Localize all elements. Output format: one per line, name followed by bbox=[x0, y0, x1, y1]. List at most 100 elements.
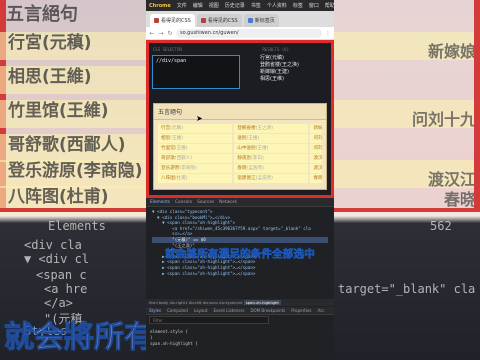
back-arrow-icon[interactable]: ← bbox=[149, 30, 155, 37]
poem-link[interactable]: 问刘 bbox=[310, 133, 322, 143]
breadcrumb-item[interactable]: span.xh-highlight bbox=[243, 300, 281, 305]
poem-author: (孟浩然) bbox=[246, 165, 264, 171]
styles-subtab[interactable]: Styles bbox=[149, 308, 161, 313]
menu-item[interactable]: 书签 bbox=[251, 2, 261, 9]
poem-link[interactable]: 渡汉 bbox=[310, 153, 322, 163]
tab-label: 新标签页 bbox=[254, 18, 275, 24]
left-code-2: ▼ <div cl bbox=[24, 252, 90, 266]
poem-title: 问刘 bbox=[313, 145, 322, 151]
poem-link[interactable]: 春晓 bbox=[310, 173, 322, 183]
menu-item[interactable]: 编辑 bbox=[193, 2, 203, 9]
poem-author: (王维) bbox=[174, 145, 188, 151]
poem-link[interactable]: 八阵图(杜甫) bbox=[158, 173, 233, 183]
poem-title: 渡汉 bbox=[313, 155, 322, 161]
left-item-2: 竹里馆(王維) bbox=[8, 101, 109, 121]
menu-dots-icon[interactable]: ⋮ bbox=[325, 30, 331, 37]
poem-link[interactable]: 相思(王维) bbox=[158, 133, 233, 143]
poem-link[interactable]: 春晓(孟浩然) bbox=[234, 163, 309, 173]
xpath-helper-panel: CSS SELECTOR RESULTS (6) //div/span 行宫(元… bbox=[146, 40, 334, 198]
tab-console[interactable]: Console bbox=[175, 200, 192, 205]
left-item-1: 相思(王維) bbox=[8, 67, 92, 87]
menu-item[interactable]: 个人资料 bbox=[267, 2, 287, 9]
poem-title: 宿建德江 bbox=[237, 175, 256, 181]
poem-title: 八阵图 bbox=[161, 175, 175, 181]
poem-link[interactable]: 问刘 bbox=[310, 143, 322, 153]
left-code-3: <span c bbox=[36, 268, 87, 282]
menu-item[interactable]: 文件 bbox=[177, 2, 187, 9]
styles-subtab[interactable]: Properties bbox=[291, 308, 311, 313]
background-left: 五言絕句 行宮(元稹) 相思(王維) 竹里馆(王維) 哥舒歌(西鄙人) 登乐游原… bbox=[0, 0, 146, 360]
menu-item[interactable]: 窗口 bbox=[309, 2, 319, 9]
breadcrumb-item[interactable]: div.sons bbox=[203, 300, 220, 305]
menu-app-name[interactable]: Chrome bbox=[149, 3, 171, 9]
panel-headers: CSS SELECTOR RESULTS (6) bbox=[149, 43, 331, 52]
styles-subtab[interactable]: Acc bbox=[317, 308, 324, 313]
poem-link[interactable]: 新嫁 bbox=[310, 123, 322, 133]
browser-tab-active[interactable]: 看得见的CSS bbox=[150, 14, 195, 27]
right-item-1: 问刘十九 bbox=[411, 110, 476, 129]
poem-author: (王维) bbox=[170, 135, 183, 141]
left-item-4: 登乐游原(李商隐) bbox=[8, 161, 143, 181]
breadcrumb-item[interactable]: body bbox=[159, 300, 170, 305]
mac-menu-bar: Chrome 文件 编辑 视图 历史记录 书签 个人资料 标签 窗口 帮助 bbox=[146, 0, 334, 11]
left-bottom-caption: 就会將所有满足的条件全部选中 bbox=[4, 320, 147, 356]
red-border-bottom bbox=[334, 208, 480, 212]
result-item: 登鹳雀楼(王之涣) bbox=[260, 62, 299, 68]
url-field[interactable]: so.gushiwen.cn/guwen/ bbox=[176, 28, 322, 38]
left-code-4: <a hre bbox=[44, 282, 88, 296]
styles-subtab[interactable]: Computed bbox=[167, 308, 188, 313]
grid-row: 竹里馆(王维) 山中送别(王维) 问刘 bbox=[157, 143, 323, 153]
left-code-5: </a> bbox=[44, 296, 73, 310]
xpath-query-input[interactable]: //div/span bbox=[152, 55, 240, 89]
poem-link[interactable]: 行宫(元稹) bbox=[158, 123, 233, 133]
styles-filter-input[interactable]: Filter bbox=[149, 316, 269, 324]
menu-item[interactable]: 帮助 bbox=[325, 2, 334, 9]
left-item-0: 行宮(元稹) bbox=[8, 33, 92, 53]
breadcrumb-item[interactable]: div.left bbox=[189, 300, 203, 305]
styles-subtab[interactable]: Event Listeners bbox=[214, 308, 245, 313]
left-code-1: <div cla bbox=[24, 238, 82, 252]
menu-item[interactable]: 历史记录 bbox=[225, 2, 245, 9]
poem-link[interactable]: 宿建德江(孟浩然) bbox=[234, 173, 309, 183]
poem-title: 静夜思 bbox=[237, 155, 252, 161]
reload-icon[interactable]: ↻ bbox=[167, 30, 173, 37]
results-list: 行宫(元稹) 登鹳雀楼(王之涣) 新嫁娘(王建) 相思(王维) bbox=[260, 55, 299, 83]
background-right: 新嫁娘 问刘十九 渡汉江 春晓 562 target="_blank" cla bbox=[334, 0, 480, 360]
menu-item[interactable]: 标签 bbox=[293, 2, 303, 9]
mouse-cursor-icon: ➤ bbox=[196, 114, 203, 123]
styles-subtab[interactable]: Layout bbox=[194, 308, 208, 313]
poem-link[interactable]: 渡汉 bbox=[310, 163, 322, 173]
result-item: 新嫁娘(王建) bbox=[260, 69, 289, 75]
tab-network[interactable]: Network bbox=[219, 200, 237, 205]
poem-title: 相思 bbox=[161, 135, 171, 141]
menu-item[interactable]: 视图 bbox=[209, 2, 219, 9]
browser-tab[interactable]: 看得见的CSS bbox=[196, 14, 242, 27]
poem-title: 春晓 bbox=[313, 175, 322, 181]
left-item-3: 哥舒歌(西鄙人) bbox=[8, 135, 126, 155]
breadcrumb-item[interactable]: html bbox=[149, 300, 159, 305]
poem-link[interactable]: 竹里馆(王维) bbox=[158, 143, 233, 153]
tab-sources[interactable]: Sources bbox=[197, 200, 214, 205]
address-bar: ← → ↻ so.gushiwen.cn/guwen/ ⋮ bbox=[146, 27, 334, 40]
selector-label: CSS SELECTOR bbox=[153, 47, 182, 52]
styles-subtab[interactable]: DOM Breakpoints bbox=[250, 308, 285, 313]
poem-link[interactable]: 登乐游原(李商隐) bbox=[158, 163, 233, 173]
forward-arrow-icon[interactable]: → bbox=[158, 30, 164, 37]
poem-link[interactable]: 山中送别(王维) bbox=[234, 143, 309, 153]
poem-link[interactable]: 静夜思(李白) bbox=[234, 153, 309, 163]
poem-title: 登乐游原 bbox=[161, 165, 180, 171]
poem-link[interactable]: 送别(王维) bbox=[234, 133, 309, 143]
devtools-tabs: Elements Console Sources Network bbox=[146, 198, 334, 207]
video-caption: 就会將所有满足的条件全部选中 bbox=[165, 248, 315, 261]
favicon-icon bbox=[154, 18, 159, 23]
dom-node-line[interactable]: ▶ <span class="xh-highlight">…</span> bbox=[152, 271, 328, 277]
browser-tab[interactable]: 新标签页 bbox=[243, 14, 279, 27]
grid-row: 登乐游原(李商隐) 春晓(孟浩然) 渡汉 bbox=[157, 163, 323, 173]
breadcrumb-item[interactable]: div.right1 bbox=[169, 300, 188, 305]
grid-row: 行宫(元稹) 登鹳雀楼(王之涣) 新嫁 bbox=[157, 123, 323, 133]
poem-title: 问刘 bbox=[313, 135, 322, 141]
breadcrumb-item[interactable]: div.typecont bbox=[219, 300, 244, 305]
poem-link[interactable]: 登鹳雀楼(王之涣) bbox=[234, 123, 309, 133]
tab-elements[interactable]: Elements bbox=[150, 200, 170, 205]
poem-link[interactable]: 哥舒歌(西鄙人) bbox=[158, 153, 233, 163]
